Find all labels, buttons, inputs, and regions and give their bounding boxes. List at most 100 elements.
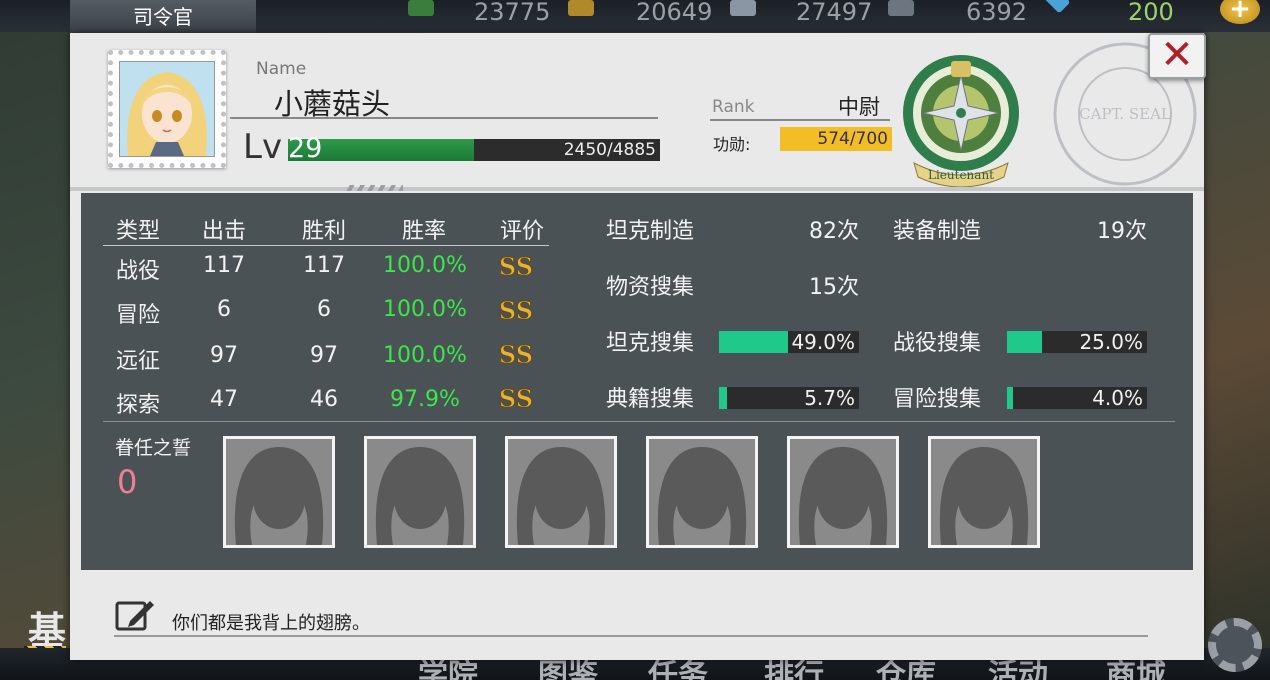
row-expedition-wins: 97 <box>310 343 338 368</box>
svg-text:SS: SS <box>499 384 533 413</box>
svg-text:SS: SS <box>499 252 533 281</box>
name-label: Name <box>256 59 307 79</box>
merit-text: 574/700 <box>817 129 888 149</box>
silhouette-icon <box>234 447 324 545</box>
badge-text: Lieutenant <box>928 168 994 182</box>
row-adventure-rate: 100.0% <box>383 297 467 322</box>
settings-gear-icon[interactable] <box>1208 618 1262 672</box>
oath-slot[interactable] <box>787 436 899 548</box>
ss-grade-icon: SS <box>498 340 533 370</box>
row-adventure-wins: 6 <box>317 297 331 322</box>
oath-label: 眷任之誓 <box>115 437 192 459</box>
stats-panel: 类型 出击 胜利 胜率 评价 战役 117 117 100.0% SS 冒险 6… <box>81 193 1193 570</box>
codex-collection-bar: 5.7% <box>719 387 859 409</box>
divider-stripes <box>345 185 403 191</box>
row-exploration-wins: 46 <box>310 387 338 412</box>
row-exploration-sorties: 47 <box>210 387 238 412</box>
avatar-portrait-icon <box>120 62 214 156</box>
adventure-collection-value: 4.0% <box>1092 386 1143 410</box>
campaign-collection-bar: 25.0% <box>1007 331 1147 353</box>
header-sorties: 出击 <box>201 219 246 244</box>
row-expedition-rate: 100.0% <box>383 343 467 368</box>
silhouette-icon <box>657 447 747 545</box>
codex-collection-value: 5.7% <box>804 386 855 410</box>
edit-icon[interactable] <box>114 597 156 633</box>
oath-slot[interactable] <box>646 436 758 548</box>
ammo-value: 20649 <box>636 0 713 26</box>
silhouette-icon <box>798 447 888 545</box>
level-value: 29 <box>288 133 323 164</box>
name-underline <box>230 117 658 119</box>
tank-build-value: 82次 <box>809 219 859 244</box>
rank-underline <box>710 119 890 121</box>
silhouette-icon <box>375 447 465 545</box>
supply-value: 15次 <box>809 275 859 300</box>
aluminum-value: 6392 <box>966 0 1028 26</box>
exp-bar: 2450/4885 <box>288 139 660 161</box>
steel-icon <box>730 0 756 16</box>
svg-text:SS: SS <box>499 340 533 369</box>
fuel-barrel-icon <box>408 0 434 16</box>
header-wins: 胜利 <box>301 219 346 244</box>
avatar-stamp-frame[interactable] <box>108 50 226 168</box>
aluminum-icon <box>888 0 914 16</box>
oath-slot[interactable] <box>928 436 1040 548</box>
campaign-collection-fill <box>1007 331 1042 353</box>
close-button[interactable]: ✕ <box>1148 33 1206 79</box>
oath-slot[interactable] <box>364 436 476 548</box>
tank-collection-label: 坦克搜集 <box>606 331 695 356</box>
equip-build-value: 19次 <box>1097 219 1147 244</box>
tank-collection-bar: 49.0% <box>719 331 859 353</box>
avatar <box>119 61 215 157</box>
signature-underline <box>114 635 1148 637</box>
silhouette-icon <box>939 447 1029 545</box>
signature-text[interactable]: 你们都是我背上的翅膀。 <box>172 609 370 635</box>
rank-label: Rank <box>712 97 755 117</box>
tank-collection-value: 49.0% <box>791 330 855 354</box>
oath-slot[interactable] <box>223 436 335 548</box>
fuel-value: 23775 <box>474 0 551 26</box>
commander-tab[interactable]: 司令官 <box>70 0 256 34</box>
table-header-line <box>103 245 549 246</box>
lieutenant-badge-icon: Lieutenant <box>903 55 1019 188</box>
row-campaign-sorties: 117 <box>203 253 245 278</box>
merit-label: 功勋: <box>713 135 751 154</box>
row-expedition-type: 远征 <box>115 349 160 374</box>
equip-build-label: 装备制造 <box>893 219 982 244</box>
row-campaign-wins: 117 <box>303 253 345 278</box>
ammo-icon <box>568 0 594 16</box>
row-campaign-rate: 100.0% <box>383 253 467 278</box>
adventure-collection-label: 冒险搜集 <box>893 387 982 412</box>
seal-text: CAPT. SEAL <box>1079 105 1171 123</box>
campaign-collection-label: 战役搜集 <box>893 331 982 356</box>
supply-label: 物资搜集 <box>606 275 695 300</box>
silhouette-icon <box>516 447 606 545</box>
row-exploration-type: 探索 <box>115 393 160 418</box>
row-exploration-rate: 97.9% <box>390 387 460 412</box>
header-divider <box>70 187 1204 191</box>
adventure-collection-bar: 4.0% <box>1007 387 1147 409</box>
oath-count: 0 <box>117 463 138 501</box>
svg-text:SS: SS <box>499 296 533 325</box>
row-campaign-type: 战役 <box>115 259 160 284</box>
row-adventure-type: 冒险 <box>115 303 160 328</box>
rank-value: 中尉 <box>838 95 880 119</box>
oath-slot[interactable] <box>505 436 617 548</box>
ss-grade-icon: SS <box>498 296 533 326</box>
tank-collection-fill <box>719 331 788 353</box>
oath-divider <box>103 421 1175 422</box>
level-label: Lv <box>243 127 283 167</box>
ss-grade-icon: SS <box>498 252 533 282</box>
header-type: 类型 <box>115 219 160 244</box>
campaign-collection-value: 25.0% <box>1079 330 1143 354</box>
codex-collection-fill <box>719 387 727 409</box>
adventure-collection-fill <box>1007 387 1013 409</box>
commander-profile-panel: Name 小蘑菇头 Lv 2450/4885 29 Rank 中尉 功勋: 57… <box>70 33 1206 660</box>
exp-text: 2450/4885 <box>563 140 656 160</box>
header-grade: 评价 <box>499 219 544 244</box>
steel-value: 27497 <box>796 0 873 26</box>
row-adventure-sorties: 6 <box>217 297 231 322</box>
tank-build-label: 坦克制造 <box>606 219 695 244</box>
merit-bar: 574/700 <box>780 127 892 151</box>
row-expedition-sorties: 97 <box>210 343 238 368</box>
